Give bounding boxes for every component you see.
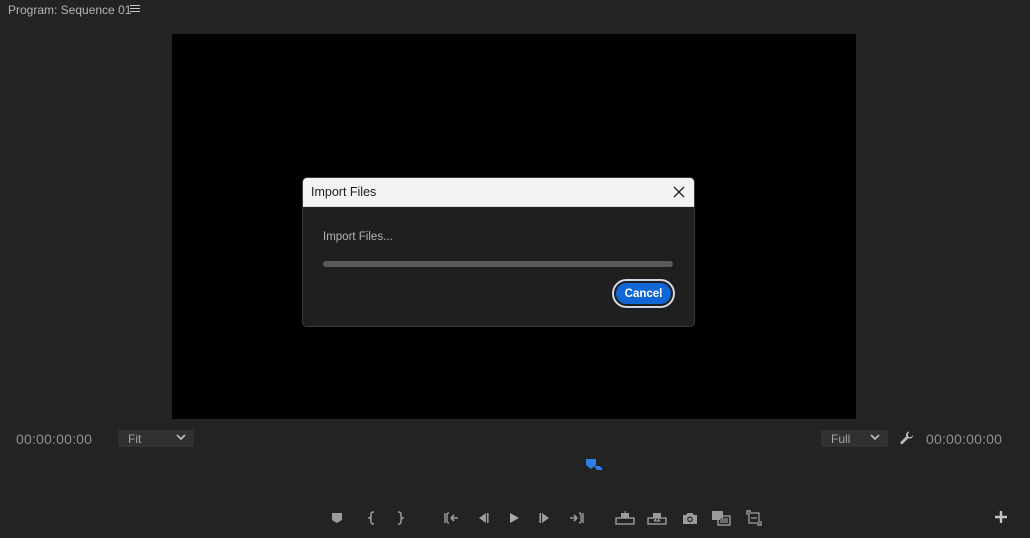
play-icon[interactable] xyxy=(505,509,523,527)
transport-controls xyxy=(0,509,1030,527)
zoom-level-select[interactable]: Fit xyxy=(118,430,194,447)
extract-icon[interactable] xyxy=(647,509,667,527)
dialog-title: Import Files xyxy=(311,185,377,199)
import-files-dialog: Import Files Import Files... Cancel xyxy=(302,177,695,327)
step-back-icon[interactable] xyxy=(474,509,492,527)
hamburger-menu-icon[interactable] xyxy=(130,3,140,15)
insert-icon[interactable] xyxy=(711,509,731,527)
add-marker-icon[interactable] xyxy=(328,509,346,527)
chevron-down-icon xyxy=(870,434,880,441)
playback-resolution-value: Full xyxy=(831,432,851,446)
plus-icon[interactable] xyxy=(993,509,1009,525)
mark-out-icon[interactable] xyxy=(391,509,409,527)
cancel-button-label: Cancel xyxy=(616,283,671,304)
step-forward-icon[interactable] xyxy=(536,509,554,527)
playhead-icon[interactable] xyxy=(585,458,605,474)
playback-resolution-select[interactable]: Full xyxy=(821,430,888,447)
close-icon[interactable] xyxy=(671,184,687,200)
overwrite-icon[interactable] xyxy=(745,509,763,527)
lift-icon[interactable] xyxy=(615,509,635,527)
export-frame-icon[interactable] xyxy=(681,509,699,527)
cancel-button[interactable]: Cancel xyxy=(612,279,675,308)
duration-timecode: 00:00:00:00 xyxy=(926,431,1003,447)
import-status-message: Import Files... xyxy=(323,231,393,243)
import-progress-bar xyxy=(323,261,673,267)
chevron-down-icon xyxy=(176,434,186,441)
go-to-in-icon[interactable] xyxy=(442,509,460,527)
zoom-level-value: Fit xyxy=(128,432,142,446)
panel-title[interactable]: Program: Sequence 01 xyxy=(8,3,131,17)
playhead-timecode[interactable]: 00:00:00:00 xyxy=(16,431,92,447)
dialog-titlebar: Import Files xyxy=(303,178,694,207)
panel-header: Program: Sequence 01 xyxy=(0,0,1030,20)
mark-in-icon[interactable] xyxy=(363,509,381,527)
wrench-icon[interactable] xyxy=(899,430,915,446)
go-to-out-icon[interactable] xyxy=(568,509,586,527)
